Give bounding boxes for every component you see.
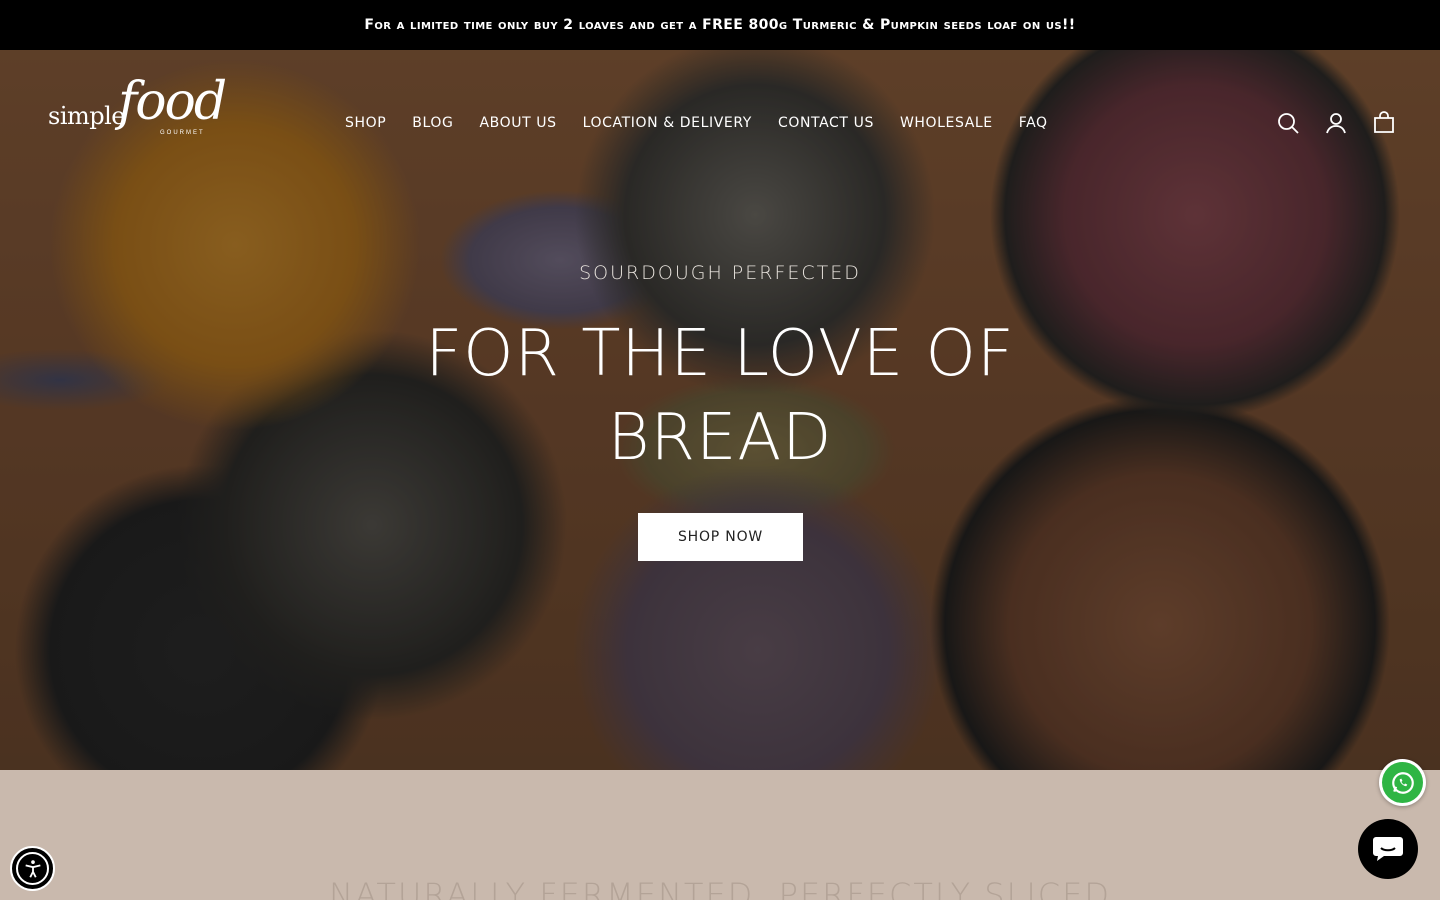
intro-section: NATURALLY FERMENTED, PERFECTLY SLICED bbox=[0, 770, 1440, 900]
chat-icon bbox=[1373, 837, 1403, 861]
shop-now-button[interactable]: SHOP NOW bbox=[638, 513, 803, 561]
hero-subheading: SOURDOUGH PERFECTED bbox=[579, 262, 861, 284]
whatsapp-button[interactable] bbox=[1379, 759, 1426, 806]
hero-content: SOURDOUGH PERFECTED FOR THE LOVE OF BREA… bbox=[0, 50, 1440, 770]
whatsapp-icon bbox=[1382, 762, 1423, 803]
section-title: NATURALLY FERMENTED, PERFECTLY SLICED bbox=[329, 876, 1111, 900]
announcement-bar: For a limited time only buy 2 loaves and… bbox=[0, 0, 1440, 50]
hero-title: FOR THE LOVE OF BREAD bbox=[425, 317, 1015, 475]
accessibility-icon bbox=[16, 852, 49, 885]
chat-button[interactable] bbox=[1358, 819, 1418, 879]
announcement-text: For a limited time only buy 2 loaves and… bbox=[364, 17, 1076, 33]
accessibility-button[interactable] bbox=[10, 846, 55, 891]
